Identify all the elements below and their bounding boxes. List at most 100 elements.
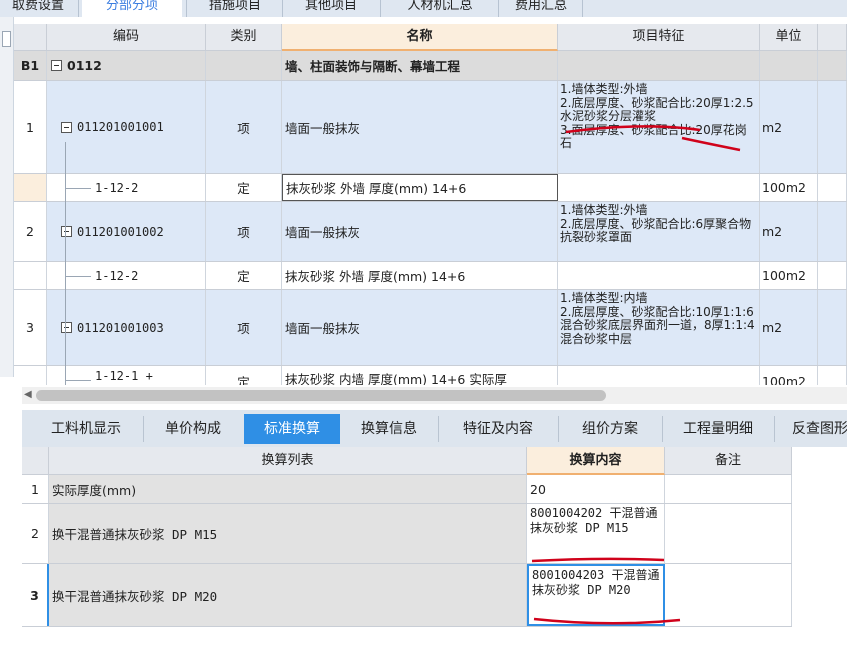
- top-tab-bar: 取费设置 分部分项 措施项目 其他项目 人材机汇总 费用汇总: [0, 0, 847, 17]
- conv-header-list[interactable]: 换算列表: [49, 447, 527, 475]
- section-unit: [760, 51, 818, 80]
- row-code: 011201001001: [77, 120, 164, 134]
- row-index: 1: [14, 81, 47, 173]
- tab-unit-price[interactable]: 单价构成: [147, 414, 239, 444]
- collapse-icon[interactable]: [61, 226, 72, 237]
- conv-row-list: 换干混普通抹灰砂浆 DP M15: [49, 504, 527, 563]
- tab-fee-summary[interactable]: 费用汇总: [502, 0, 580, 17]
- table-row[interactable]: 1 011201001001 项 墙面一般抹灰 1.墙体类型:外墙 2.底层厚度…: [14, 81, 847, 174]
- conversion-row[interactable]: 1 实际厚度(mm) 20: [22, 475, 792, 504]
- section-index: B1: [14, 51, 47, 80]
- tab-pricing-plan[interactable]: 组价方案: [562, 414, 658, 444]
- row-feature[interactable]: [558, 366, 760, 385]
- row-unit: 100m2: [760, 366, 818, 385]
- row-unit: m2: [760, 290, 818, 365]
- tab-materials-summary[interactable]: 人材机汇总: [384, 0, 496, 17]
- tree-line: [65, 188, 91, 189]
- left-panel-strip: [0, 17, 14, 377]
- grid-header-corner: [14, 24, 47, 51]
- conv-row-content[interactable]: 20: [527, 475, 665, 503]
- row-type: 定: [206, 174, 282, 201]
- row-code-cell: 011201001001: [47, 81, 206, 173]
- tab-conversion-info[interactable]: 换算信息: [344, 414, 434, 444]
- scroll-left-icon[interactable]: ◀: [24, 389, 32, 400]
- row-code: 011201001002: [77, 224, 164, 239]
- conv-row-list: 换干混普通抹灰砂浆 DP M20: [49, 564, 527, 626]
- tree-line: [65, 142, 66, 385]
- table-row[interactable]: 1-12-2 定 抹灰砂浆 外墙 厚度(mm) 14+6 100m2: [14, 262, 847, 290]
- row-name[interactable]: 墙面一般抹灰: [282, 202, 558, 261]
- conv-row-list: 实际厚度(mm): [49, 475, 527, 503]
- row-index: 3: [14, 290, 47, 365]
- row-index: [14, 366, 47, 385]
- tree-line: [65, 276, 91, 277]
- row-name[interactable]: 墙面一般抹灰: [282, 81, 558, 173]
- row-code-cell: 011201001002: [47, 202, 206, 261]
- section-extra: [818, 51, 847, 80]
- conv-header-note[interactable]: 备注: [665, 447, 792, 475]
- tab-measures[interactable]: 措施项目: [190, 0, 280, 17]
- conv-row-note[interactable]: [665, 564, 792, 626]
- collapse-icon[interactable]: [51, 60, 62, 71]
- conv-row-content[interactable]: 8001004202 干混普通抹灰砂浆 DP M15: [527, 504, 665, 563]
- tab-labor-material[interactable]: 工料机显示: [30, 414, 142, 444]
- collapse-icon[interactable]: [61, 322, 72, 333]
- row-extra: [818, 262, 847, 289]
- tab-sub-items[interactable]: 分部分项: [82, 0, 182, 17]
- tab-other-items[interactable]: 其他项目: [286, 0, 376, 17]
- row-name-editor[interactable]: 抹灰砂浆 外墙 厚度(mm) 14+6: [282, 174, 558, 201]
- section-code-cell: 0112: [47, 51, 206, 80]
- section-code: 0112: [67, 58, 102, 73]
- tab-quantity-detail[interactable]: 工程量明细: [666, 414, 770, 444]
- row-extra: [818, 366, 847, 385]
- row-feature[interactable]: 1.墙体类型:外墙 2.底层厚度、砂浆配合比:6厚聚合物抗裂砂浆罩面: [558, 202, 760, 261]
- section-row[interactable]: B1 0112 墙、柱面装饰与隔断、幕墙工程: [14, 51, 847, 81]
- collapse-icon[interactable]: [61, 121, 72, 133]
- table-row[interactable]: 1-12-1 + 定 抹灰砂浆 内墙 厚度(mm) 14+6 实际厚 100m2: [14, 366, 847, 385]
- row-index: 2: [14, 202, 47, 261]
- row-unit: m2: [760, 81, 818, 173]
- conv-header-corner: [22, 447, 49, 475]
- tab-fee-settings[interactable]: 取费设置: [0, 0, 76, 17]
- row-type: 定: [206, 366, 282, 385]
- grid-header-feature[interactable]: 项目特征: [558, 24, 760, 51]
- conv-row-note[interactable]: [665, 475, 792, 503]
- row-type: 项: [206, 290, 282, 365]
- row-feature[interactable]: [558, 174, 760, 201]
- table-row[interactable]: 1-12-2 定 抹灰砂浆 外墙 厚度(mm) 14+6 100m2: [14, 174, 847, 202]
- scrollbar-thumb[interactable]: [36, 390, 606, 401]
- tab-standard-conversion[interactable]: 标准换算: [244, 414, 340, 444]
- row-unit: 100m2: [760, 174, 818, 201]
- row-unit: m2: [760, 202, 818, 261]
- table-row[interactable]: 2 011201001002 项 墙面一般抹灰 1.墙体类型:外墙 2.底层厚度…: [14, 202, 847, 262]
- section-feature: [558, 51, 760, 80]
- tab-reverse-lookup[interactable]: 反查图形: [778, 414, 847, 444]
- collapse-handle[interactable]: [2, 31, 11, 47]
- grid-header-type[interactable]: 类别: [206, 24, 282, 51]
- table-row[interactable]: 3 011201001003 项 墙面一般抹灰 1.墙体类型:内墙 2.底层厚度…: [14, 290, 847, 366]
- grid-header-name[interactable]: 名称: [282, 24, 558, 51]
- row-name[interactable]: 抹灰砂浆 内墙 厚度(mm) 14+6 实际厚: [282, 366, 558, 385]
- row-feature[interactable]: [558, 262, 760, 289]
- row-code: 1-12-1 +: [47, 366, 206, 385]
- conv-row-content-editor[interactable]: 8001004203 干混普通抹灰砂浆 DP M20: [527, 564, 665, 626]
- row-extra: [818, 174, 847, 201]
- conversion-row[interactable]: 2 换干混普通抹灰砂浆 DP M15 8001004202 干混普通抹灰砂浆 D…: [22, 504, 792, 564]
- row-feature[interactable]: 1.墙体类型:外墙 2.底层厚度、砂浆配合比:20厚1:2.5水泥砂浆分层灌浆 …: [558, 81, 760, 173]
- tab-features[interactable]: 特征及内容: [442, 414, 554, 444]
- conv-row-index: 1: [22, 475, 49, 503]
- row-code-cell: 011201001003: [47, 290, 206, 365]
- grid-header-unit[interactable]: 单位: [760, 24, 818, 51]
- horizontal-scrollbar[interactable]: ◀: [22, 387, 847, 404]
- row-extra: [818, 81, 847, 173]
- row-unit: 100m2: [760, 262, 818, 289]
- row-name[interactable]: 墙面一般抹灰: [282, 290, 558, 365]
- conversion-grid: 换算列表 换算内容 备注 1 实际厚度(mm) 20 2 换干混普通抹灰砂浆 D…: [22, 447, 792, 627]
- conv-header-content[interactable]: 换算内容: [527, 447, 665, 475]
- row-name[interactable]: 抹灰砂浆 外墙 厚度(mm) 14+6: [282, 262, 558, 289]
- conv-row-note[interactable]: [665, 504, 792, 563]
- row-feature[interactable]: 1.墙体类型:内墙 2.底层厚度、砂浆配合比:10厚1:1:6混合砂浆底层界面剂…: [558, 290, 760, 365]
- conversion-row-selected[interactable]: 3 换干混普通抹灰砂浆 DP M20 8001004203 干混普通抹灰砂浆 D…: [22, 564, 792, 627]
- grid-header-code[interactable]: 编码: [47, 24, 206, 51]
- grid-header-extra[interactable]: [818, 24, 847, 51]
